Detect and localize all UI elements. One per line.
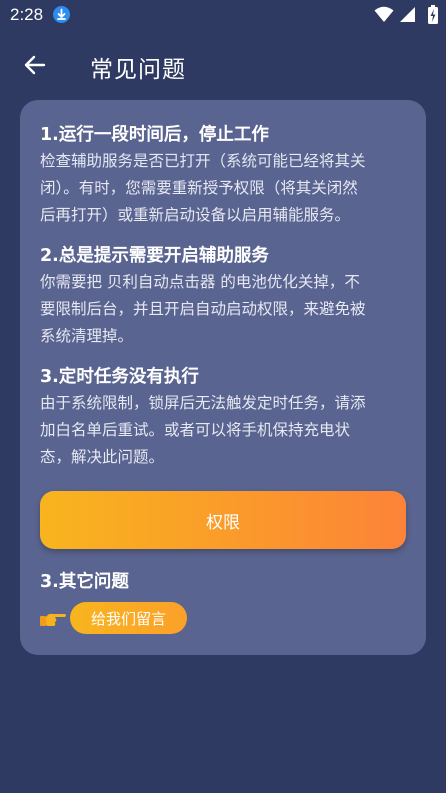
faq-line: 后再打开）或重新启动设备以启用辅能服务。: [40, 206, 351, 224]
faq-line: 闭）。有时，您需要重新授予权限（将其关闭然: [40, 179, 358, 197]
status-time: 2:28: [10, 5, 44, 24]
faq-line: 态，解决此问题。: [40, 448, 165, 466]
faq-line: 要限制后台，并且开启自动启动权限，来避免被: [40, 300, 366, 318]
faq-section-2-body: 你需要把 贝利自动点击器 的电池优化关掉，不 要限制后台，并且开启自动启动权限，…: [40, 269, 410, 350]
other-questions-title: 3.其它问题: [40, 572, 129, 592]
page-title: 常见问题: [90, 57, 186, 83]
faq-section-2-title: 2.总是提示需要开启辅助服务: [40, 246, 269, 266]
battery-icon: [420, 4, 446, 30]
faq-card: 1.运行一段时间后，停止工作 检查辅助服务是否已打开（系统可能已经将其关 闭）。…: [20, 100, 426, 655]
permission-button[interactable]: 权限: [40, 491, 406, 549]
faq-section-3-body: 由于系统限制，锁屏后无法触发定时任务，请添 加白名单后重试。或者可以将手机保持充…: [40, 390, 410, 471]
wifi-icon: [374, 6, 394, 27]
faq-line: 系统清理掉。: [40, 327, 134, 345]
pointing-hand-icon: [39, 610, 67, 633]
signal-icon: [399, 6, 416, 27]
app-bar: 常见问题: [0, 38, 446, 94]
faq-section-1-title: 1.运行一段时间后，停止工作: [40, 125, 269, 145]
faq-line: 检查辅助服务是否已打开（系统可能已经将其关: [40, 152, 366, 170]
status-bar: 2:28: [0, 0, 446, 30]
back-arrow-icon[interactable]: [22, 52, 48, 78]
faq-line: 由于系统限制，锁屏后无法触发定时任务，请添: [40, 394, 366, 412]
download-icon: [53, 6, 70, 23]
faq-line: 加白名单后重试。或者可以将手机保持充电状: [40, 421, 351, 439]
faq-section-1-body: 检查辅助服务是否已打开（系统可能已经将其关 闭）。有时，您需要重新授予权限（将其…: [40, 148, 410, 229]
feedback-button[interactable]: 给我们留言: [70, 602, 187, 634]
faq-line: 你需要把 贝利自动点击器 的电池优化关掉，不: [40, 273, 360, 291]
faq-section-3-title: 3.定时任务没有执行: [40, 367, 199, 387]
